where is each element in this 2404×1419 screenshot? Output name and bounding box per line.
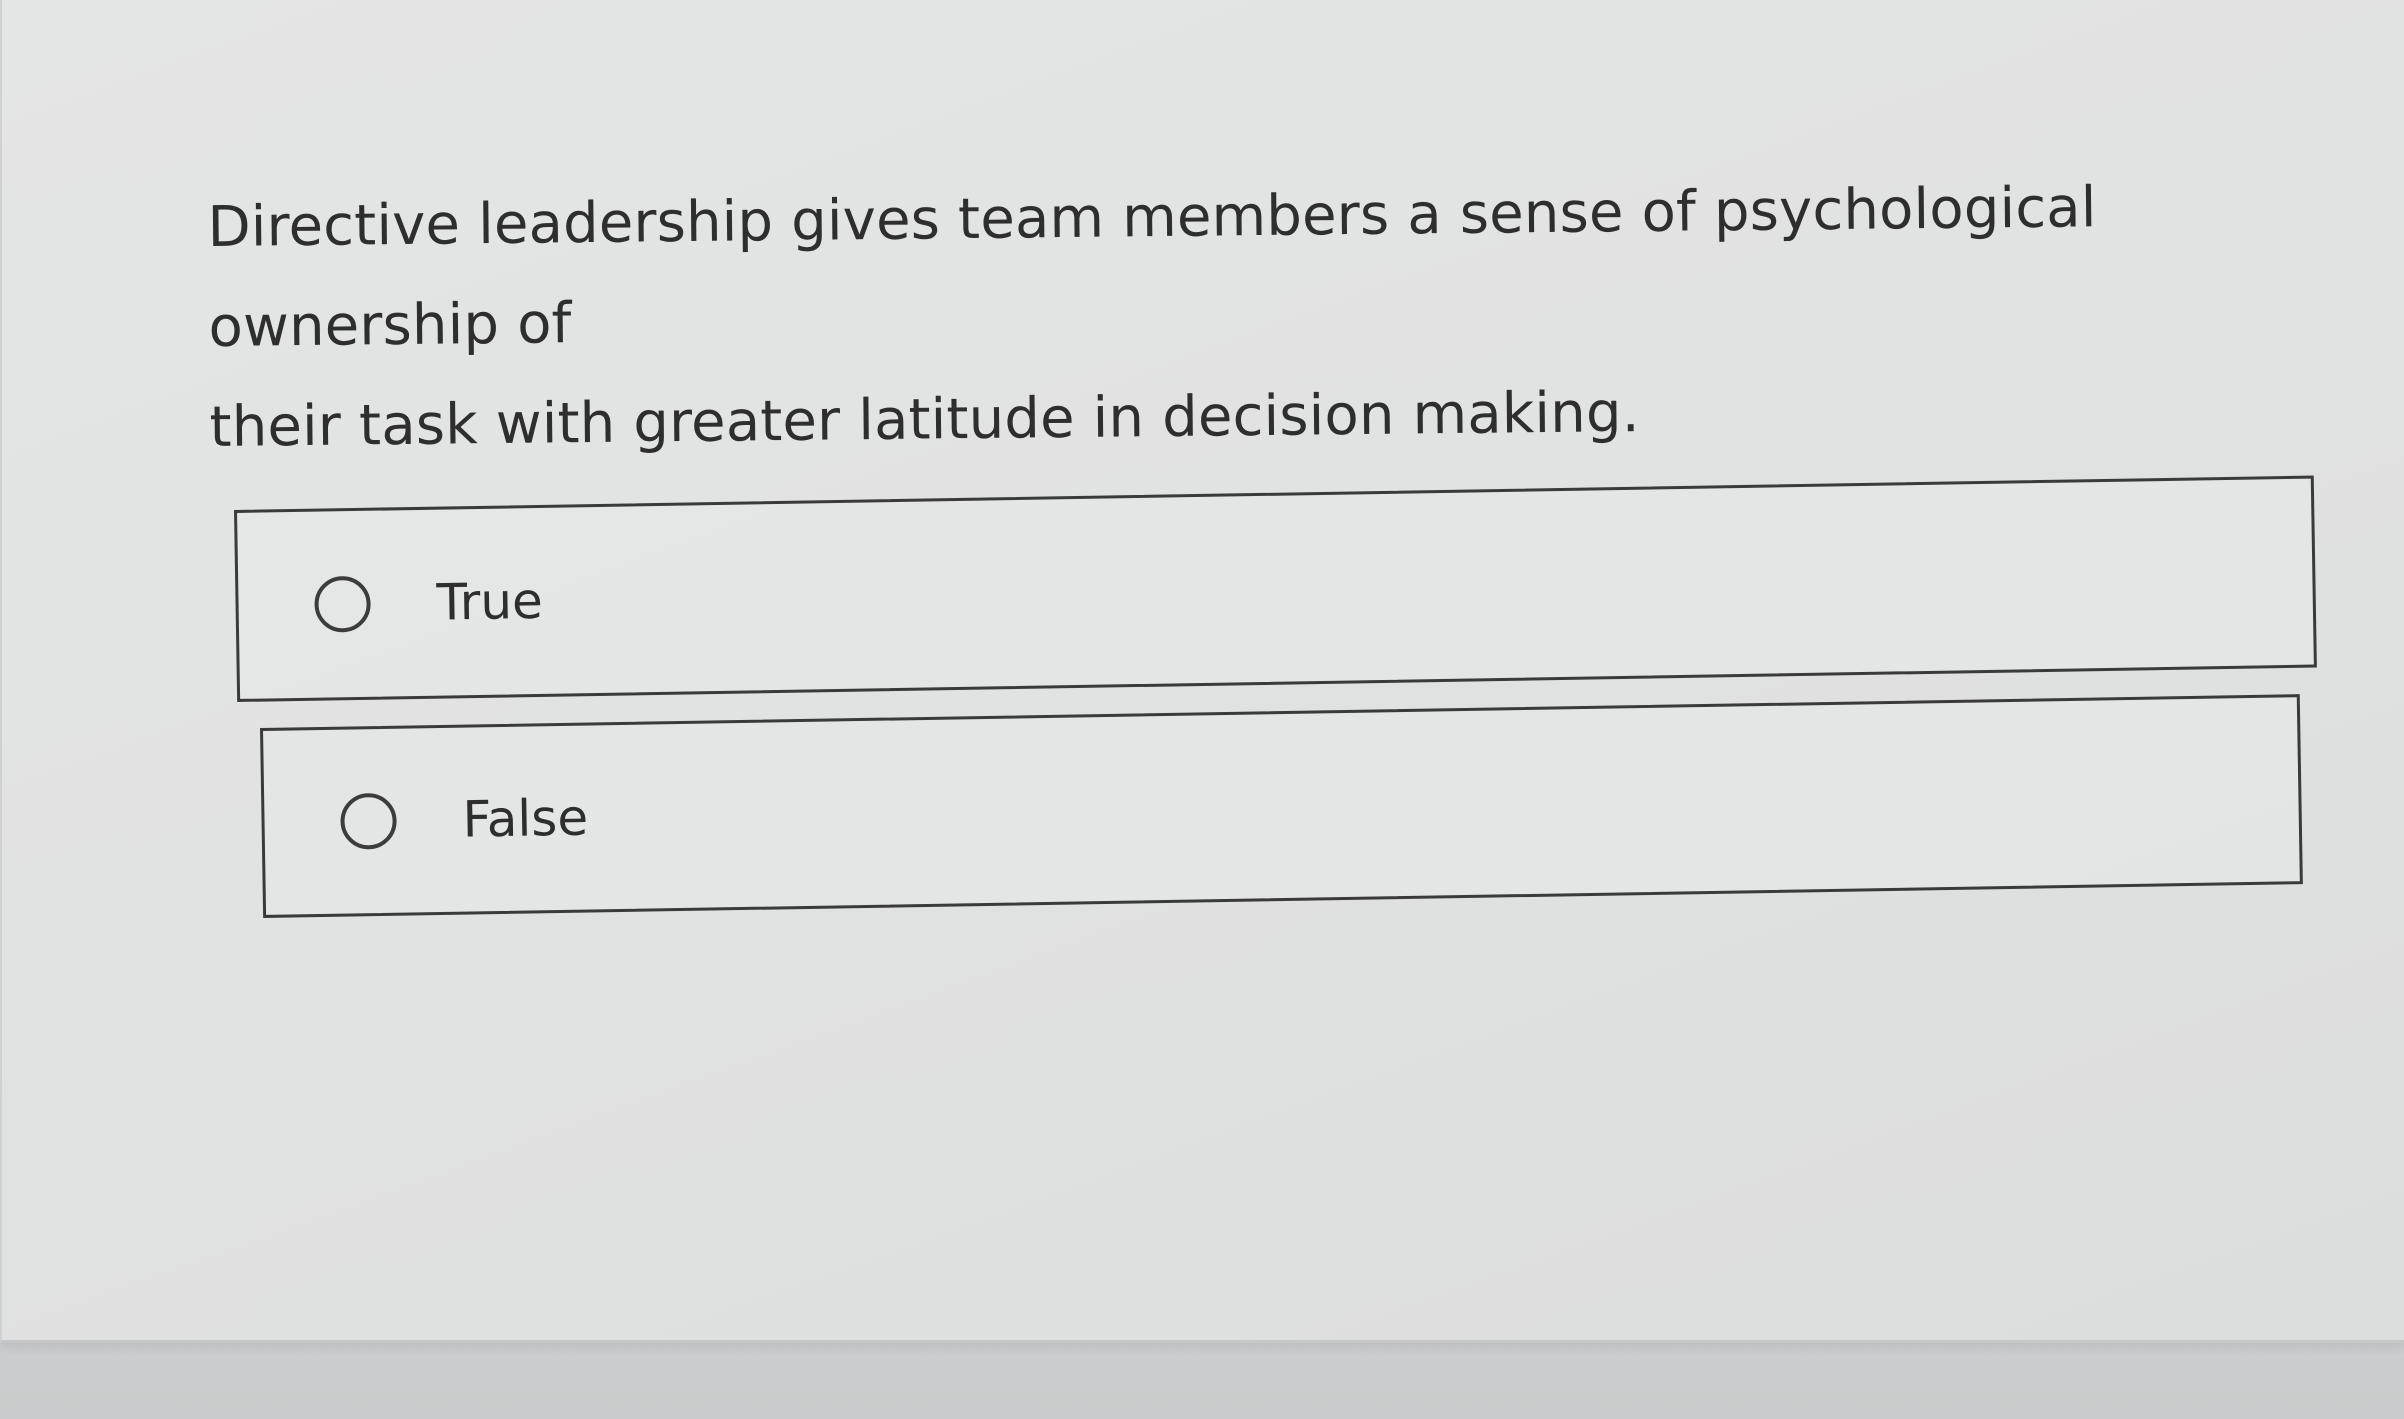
question-line-1: Directive leadership gives team members … [207,175,2097,360]
radio-button-true[interactable] [314,575,372,633]
option-label-true: True [436,571,544,632]
radio-button-false[interactable] [340,792,398,850]
question-text: Directive leadership gives team members … [207,155,2360,477]
option-false[interactable]: False [260,694,2303,918]
question-panel: Directive leadership gives team members … [0,0,2404,1343]
option-label-false: False [462,788,589,849]
question-line-2: their task with greater latitude in deci… [209,380,1641,460]
option-true[interactable]: True [234,475,2317,702]
